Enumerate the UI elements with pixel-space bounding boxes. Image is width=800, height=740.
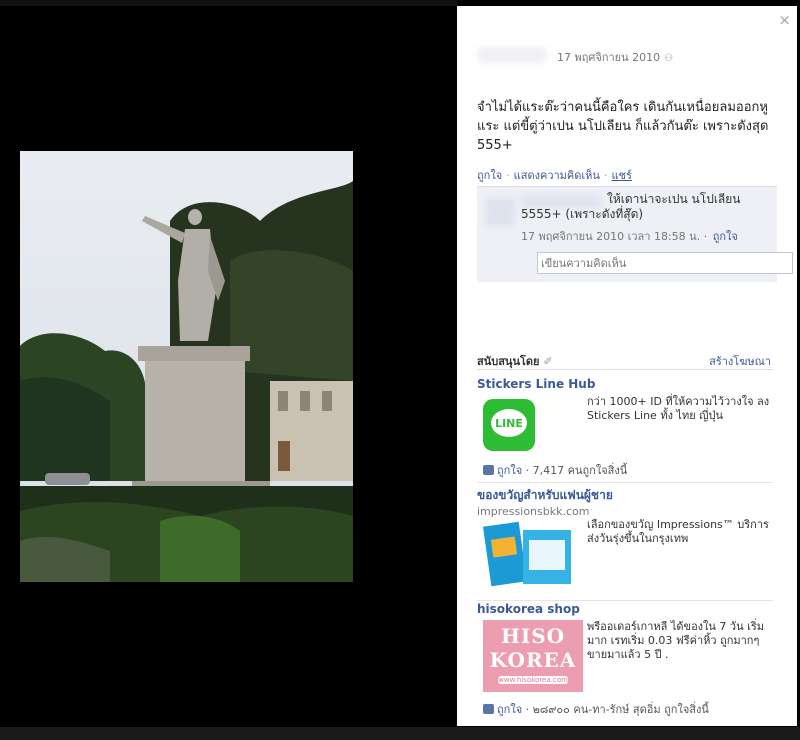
ad-like-link[interactable]: ถูกใจ	[497, 703, 522, 716]
commenter-avatar[interactable]	[485, 197, 515, 227]
line-logo-icon: LINE	[483, 399, 535, 451]
close-icon[interactable]: ×	[778, 11, 791, 29]
ad-image[interactable]: HISO KOREA www.hisokorea.com	[483, 620, 583, 692]
comment-text: ให้เดาน่าจะเปน นโปเลียน 5555+ (เพราะดังท…	[521, 192, 741, 221]
sponsored-title-text: สนับสนุนโดย	[477, 355, 540, 368]
ad-title[interactable]: hisokorea shop	[477, 602, 773, 616]
thumbs-up-icon	[483, 704, 494, 714]
edit-icon[interactable]: ✐	[543, 355, 552, 368]
ad-item: Stickers Line Hub LINE กว่า 1000+ ID ที่…	[477, 377, 773, 481]
logo-line1: HISO	[500, 624, 566, 648]
ad-body: กว่า 1000+ ID ที่ให้ความไว้วางใจ ลง Stic…	[587, 395, 770, 422]
ad-like-count: ๒๘๙๐๐ คน-ทา-รักษ์ สุดอิ่ม ถูกใจสิ่งนี้	[532, 703, 709, 716]
ad-like-link[interactable]: ถูกใจ	[497, 464, 522, 477]
comment-input[interactable]	[537, 252, 793, 274]
top-strip	[0, 0, 457, 6]
share-link[interactable]: แชร์	[611, 169, 631, 182]
statue-photo-image	[20, 151, 353, 582]
comment-time[interactable]: 17 พฤศจิกายน 2010 เวลา 18:58 น.	[521, 230, 700, 243]
divider	[477, 600, 773, 601]
ad-body: พรีออเดอร์เกาหลี ได้ของใน 7 วัน เริ่มมาก…	[587, 620, 765, 661]
ad-like-row: ถูกใจ · ๒๘๙๐๐ คน-ทา-รักษ์ สุดอิ่ม ถูกใจส…	[483, 700, 709, 718]
comment-meta: 17 พฤศจิกายน 2010 เวลา 18:58 น. · ถูกใจ	[521, 230, 738, 243]
detail-panel: × 17 พฤศจิกายน 2010 ⚇ จำไม่ได้แระต๊ะว่าคน…	[457, 6, 797, 726]
privacy-icon[interactable]: ⚇	[664, 53, 673, 64]
ad-title[interactable]: ของขวัญสำหรับแฟนผู้ชาย	[477, 486, 773, 505]
post-actions: ถูกใจ · แสดงความคิดเห็น · แชร์	[477, 169, 632, 182]
create-ad-link[interactable]: สร้างโฆษณา	[709, 352, 771, 370]
ad-like-row: ถูกใจ · 7,417 คนถูกใจสิ่งนี้	[483, 461, 627, 479]
sponsored-header: สนับสนุนโดย ✐ สร้างโฆษณา	[477, 352, 773, 370]
logo-line2: KOREA	[489, 648, 577, 672]
ad-body: เลือกของขวัญ Impressions™ บริการส่งวันรุ…	[587, 518, 769, 545]
photo-stage	[0, 0, 457, 740]
divider	[477, 482, 773, 483]
ad-item: hisokorea shop HISO KOREA www.hisokorea.…	[477, 602, 773, 720]
post-date[interactable]: 17 พฤศจิกายน 2010 ⚇	[557, 48, 673, 66]
author-name-redacted	[477, 47, 547, 63]
catalog-image	[482, 520, 577, 592]
sponsored-title: สนับสนุนโดย ✐	[477, 352, 553, 370]
photo-statue[interactable]	[20, 151, 353, 582]
like-link[interactable]: ถูกใจ	[477, 169, 502, 182]
logo-url: www.hisokorea.com	[498, 676, 568, 684]
line-logo-text: LINE	[495, 417, 523, 430]
post-header: 17 พฤศจิกายน 2010 ⚇	[477, 44, 777, 68]
ad-image[interactable]	[482, 520, 577, 595]
comment-link[interactable]: แสดงความคิดเห็น	[514, 169, 600, 182]
ad-title[interactable]: Stickers Line Hub	[477, 377, 773, 391]
hisokorea-logo: HISO KOREA www.hisokorea.com	[483, 620, 583, 692]
bottom-bar	[0, 727, 800, 740]
thumbs-up-icon	[483, 465, 494, 475]
ad-image[interactable]: LINE	[483, 399, 535, 451]
comment-like-link[interactable]: ถูกใจ	[713, 230, 738, 243]
ad-like-count: 7,417 คนถูกใจสิ่งนี้	[532, 464, 628, 477]
post-date-text: 17 พฤศจิกายน 2010	[557, 51, 661, 64]
ad-item: ของขวัญสำหรับแฟนผู้ชาย impressionsbkk.co…	[477, 486, 773, 596]
ad-domain[interactable]: impressionsbkk.com	[477, 505, 773, 518]
comment-section: ให้เดาน่าจะเปน นโปเลียน 5555+ (เพราะดังท…	[477, 186, 793, 282]
post-caption: จำไม่ได้แระต๊ะว่าคนนี้คือใคร เดินกันเหนื…	[477, 100, 769, 153]
